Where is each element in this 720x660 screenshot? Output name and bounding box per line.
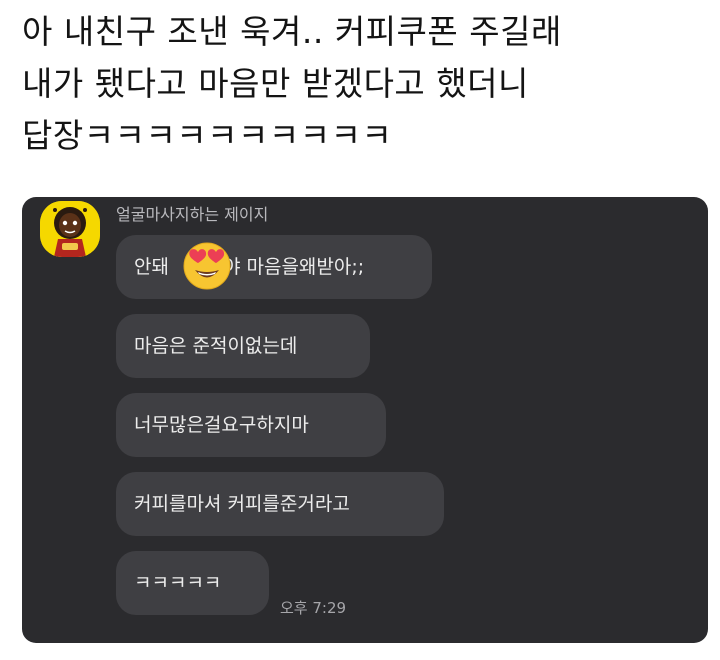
caption-line: 답장ㅋㅋㅋㅋㅋㅋㅋㅋㅋㅋ	[22, 116, 393, 155]
message-bubble[interactable]: 커피를마셔 커피를준거라고	[116, 472, 444, 536]
sender-name: 얼굴마사지하는 제이지	[116, 205, 269, 224]
message-text: 너무많은걸요구하지마	[134, 414, 309, 436]
message-bubble[interactable]: 안돼 야 마음을왜받아;;	[116, 235, 432, 299]
post-caption: 아 내친구 조낸 욱겨.. 커피쿠폰 주길래 내가 됐다고 마음만 받겠다고 했…	[22, 6, 712, 162]
message-text: 마음은 준적이없는데	[134, 335, 298, 357]
message-text: 커피를마셔 커피를준거라고	[134, 493, 350, 515]
caption-line: 내가 됐다고 마음만 받겠다고 했더니	[22, 64, 529, 103]
message-text: 야 마음을왜받아;;	[222, 256, 365, 278]
heart-eyes-emoji-icon	[183, 242, 231, 290]
caption-line: 아 내친구 조낸 욱겨.. 커피쿠폰 주길래	[22, 12, 562, 51]
message-bubble[interactable]: ㅋㅋㅋㅋㅋ	[116, 551, 269, 615]
chat-screenshot: 얼굴마사지하는 제이지 안돼 야 마음을왜받아;; 마음은 준적이없는데 너무많은…	[22, 197, 708, 643]
message-bubble[interactable]: 너무많은걸요구하지마	[116, 393, 386, 457]
avatar[interactable]	[40, 201, 100, 257]
message-timestamp: 오후 7:29	[280, 599, 347, 617]
message-text: ㅋㅋㅋㅋㅋ	[134, 572, 222, 594]
message-bubble[interactable]: 마음은 준적이없는데	[116, 314, 370, 378]
cartoon-character-icon	[40, 201, 100, 257]
message-text: 안돼	[134, 256, 169, 278]
post-page: 아 내친구 조낸 욱겨.. 커피쿠폰 주길래 내가 됐다고 마음만 받겠다고 했…	[0, 0, 720, 660]
